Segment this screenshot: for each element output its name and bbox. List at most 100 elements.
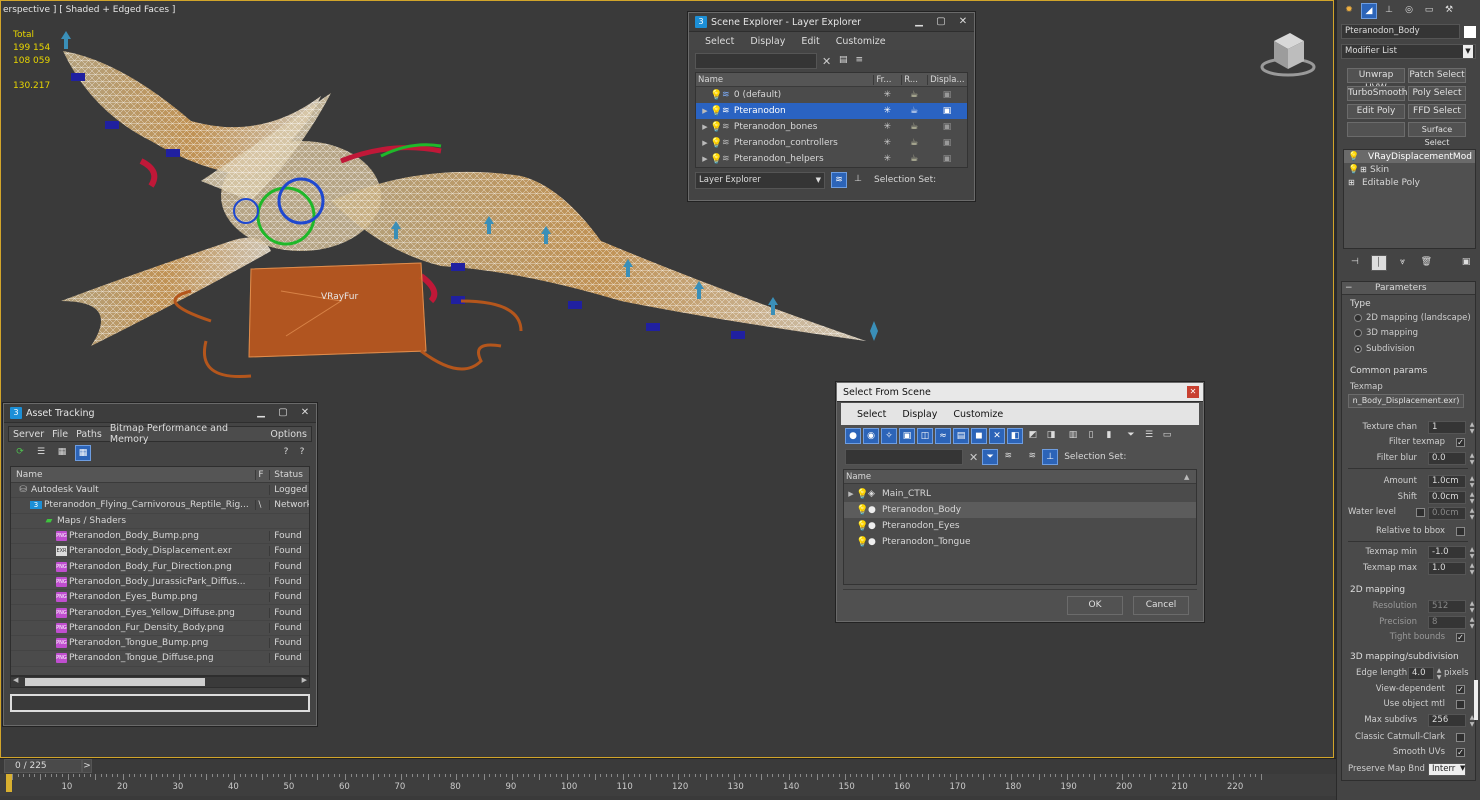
find-filter-icon[interactable]: ⏷ <box>982 449 999 465</box>
ffd-select-button[interactable]: FFD Select <box>1408 104 1466 119</box>
display-box-icon[interactable]: ▣ <box>927 154 967 164</box>
stack-item[interactable]: 💡 ⊞ Skin <box>1344 163 1475 176</box>
max-subdivs-input[interactable]: 256 <box>1428 714 1466 727</box>
col-status[interactable]: Status <box>269 469 309 480</box>
shift-spinner[interactable]: ▲ ▼ <box>1468 491 1476 505</box>
display-box-icon[interactable]: ▣ <box>927 106 967 116</box>
maximize-icon[interactable]: ▢ <box>272 405 294 421</box>
utilities-tab-icon[interactable]: ⚒ <box>1441 3 1457 19</box>
expand-icon[interactable]: ▶ <box>846 490 856 498</box>
layer-mode-icon[interactable]: ≋ <box>831 172 847 188</box>
motion-tab-icon[interactable]: ◎ <box>1401 3 1417 19</box>
col-render[interactable]: R... <box>901 74 927 85</box>
next-frame-button[interactable]: > <box>82 759 92 773</box>
layer-row[interactable]: 💡 ≋ 0 (default) ✳ ☕ ▣ <box>696 87 967 103</box>
teapot-icon[interactable]: ☕ <box>901 90 927 100</box>
edit-poly-button[interactable]: Edit Poly <box>1347 104 1405 119</box>
asset-row[interactable]: ⛁ Autodesk Vault Logged <box>11 483 309 499</box>
col-freeze[interactable]: Fr... <box>873 74 901 85</box>
col-name[interactable]: Name <box>844 472 1184 482</box>
amount-input[interactable]: 1.0cm <box>1428 475 1466 488</box>
hierarchy-icon[interactable]: ⊥ <box>1042 449 1059 465</box>
patch-select-button[interactable]: Patch Select <box>1408 68 1466 83</box>
close-icon[interactable]: ✕ <box>1187 386 1199 398</box>
water-level-checkbox[interactable] <box>1416 508 1425 517</box>
mapping-3d-radio[interactable]: 3D mapping <box>1354 328 1418 338</box>
stack-item[interactable]: 💡 VRayDisplacementMod <box>1344 150 1475 163</box>
lightbulb-icon[interactable]: 💡 <box>1348 152 1360 162</box>
teapot-icon[interactable]: ☕ <box>901 154 927 164</box>
close-icon[interactable]: ✕ <box>294 405 316 421</box>
shape-filter-icon[interactable]: ◉ <box>863 428 879 444</box>
menu-file[interactable]: File <box>48 429 72 440</box>
layer-row[interactable]: ▶ 💡 ≋ Pteranodon_controllers ✳ ☕ ▣ <box>696 135 967 151</box>
empty-modifier-button[interactable] <box>1347 122 1405 137</box>
asset-tracking-window[interactable]: 3 Asset Tracking ▁ ▢ ✕ Server File Paths… <box>3 403 317 726</box>
pin-stack-icon[interactable]: ⊣ <box>1347 255 1363 271</box>
list-view-icon[interactable]: ☰ <box>33 445 49 461</box>
ok-button[interactable]: OK <box>1067 596 1123 615</box>
tight-bounds-checkbox[interactable]: ✓ <box>1456 633 1465 642</box>
teapot-icon[interactable]: ☕ <box>901 106 927 116</box>
refresh-icon[interactable]: ⟳ <box>12 445 28 461</box>
texmap-max-spinner[interactable]: ▲ ▼ <box>1468 562 1476 576</box>
horizontal-scrollbar[interactable]: ◀ ▶ <box>10 676 310 688</box>
asset-row[interactable]: PNG Pteranodon_Eyes_Bump.png Found <box>11 590 309 606</box>
group-filter-icon[interactable]: ▤ <box>953 428 969 444</box>
scene-explorer-titlebar[interactable]: 3 Scene Explorer - Layer Explorer ▁ ▢ ✕ <box>689 13 974 32</box>
texmap-min-input[interactable]: -1.0 <box>1428 546 1466 559</box>
helper-filter-icon[interactable]: ◫ <box>917 428 933 444</box>
select-from-scene-window[interactable]: Select From Scene ✕ Select Display Custo… <box>836 382 1204 622</box>
layer-row[interactable]: ▶ 💡 ≋ Pteranodon_helpers ✳ ☕ ▣ <box>696 151 967 167</box>
teapot-icon[interactable]: ☕ <box>901 138 927 148</box>
smooth-uvs-checkbox[interactable]: ✓ <box>1456 748 1465 757</box>
menu-select[interactable]: Select <box>849 409 894 420</box>
resolution-input[interactable]: 512 <box>1428 600 1466 613</box>
scene-explorer-window[interactable]: 3 Scene Explorer - Layer Explorer ▁ ▢ ✕ … <box>688 12 975 201</box>
configure-sets-icon[interactable]: ▣ <box>1458 255 1474 271</box>
scene-object-row[interactable]: 💡 ● Pteranodon_Tongue <box>844 534 1196 550</box>
scene-object-row[interactable]: ▶ 💡 ◈ Main_CTRL <box>844 486 1196 502</box>
asset-row[interactable]: PNG Pteranodon_Body_Fur_Direction.png Foun… <box>11 559 309 575</box>
resolution-spinner[interactable]: ▲ ▼ <box>1468 600 1476 614</box>
filter-blur-spinner[interactable]: ▲ ▼ <box>1468 452 1476 466</box>
layer-mode-icon[interactable]: ≋ <box>1024 449 1040 465</box>
scene-object-row[interactable]: 💡 ● Pteranodon_Body <box>844 502 1196 518</box>
menu-options[interactable]: Options <box>266 429 311 440</box>
subdivision-radio[interactable]: Subdivision <box>1354 344 1415 354</box>
show-end-result-icon[interactable]: ⏐ <box>1370 255 1387 271</box>
asset-row[interactable]: PNG Pteranodon_Fur_Density_Body.png Found <box>11 621 309 636</box>
menu-server[interactable]: Server <box>9 429 48 440</box>
water-level-input[interactable]: 0.0cm <box>1428 507 1466 520</box>
layer-stack-icon[interactable]: ≡ <box>851 53 867 69</box>
menu-edit[interactable]: Edit <box>793 36 827 47</box>
command-panel-scrollbar[interactable] <box>1474 680 1478 720</box>
detail-view-icon[interactable]: ▦ <box>54 445 70 461</box>
lightbulb-icon[interactable]: 💡 <box>710 90 722 101</box>
scrollbar-thumb[interactable] <box>25 678 205 686</box>
expand-plus-icon[interactable]: ⊞ <box>1360 165 1368 174</box>
make-unique-icon[interactable]: ⩔ <box>1395 255 1411 271</box>
modify-tab-icon[interactable]: ◢ <box>1361 3 1377 19</box>
asset-row[interactable]: EXR Pteranodon_Body_Displacement.exr Found <box>11 544 309 560</box>
select-from-scene-titlebar[interactable]: Select From Scene ✕ <box>837 383 1203 402</box>
bone-filter-icon[interactable]: ✕ <box>989 428 1005 444</box>
find-icon[interactable]: ▤ <box>835 53 851 69</box>
col-display[interactable]: Displa... <box>927 74 967 85</box>
list-invert-icon[interactable]: ▮ <box>1101 428 1117 444</box>
help-icon[interactable]: ? <box>278 445 294 461</box>
freeze-icon[interactable]: ✳ <box>873 122 901 132</box>
funnel-icon[interactable]: ⏷ <box>1123 428 1139 444</box>
display-box-icon[interactable]: ▣ <box>927 138 967 148</box>
lightbulb-icon[interactable]: 💡 <box>856 521 868 532</box>
minimize-icon[interactable]: ▁ <box>908 14 930 30</box>
freeze-icon[interactable]: ✳ <box>873 90 901 100</box>
water-level-spinner[interactable]: ▲ ▼ <box>1468 507 1476 521</box>
asset-row[interactable]: PNG Pteranodon_Eyes_Yellow_Diffuse.png Fou… <box>11 605 309 621</box>
light-filter-icon[interactable]: ✧ <box>881 428 897 444</box>
col-f[interactable]: F <box>255 469 269 480</box>
expand-plus-icon[interactable]: ⊞ <box>1348 178 1356 187</box>
menu-customize[interactable]: Customize <box>945 409 1011 420</box>
minimize-icon[interactable]: ▁ <box>250 405 272 421</box>
columns-icon[interactable]: ▭ <box>1159 428 1175 444</box>
